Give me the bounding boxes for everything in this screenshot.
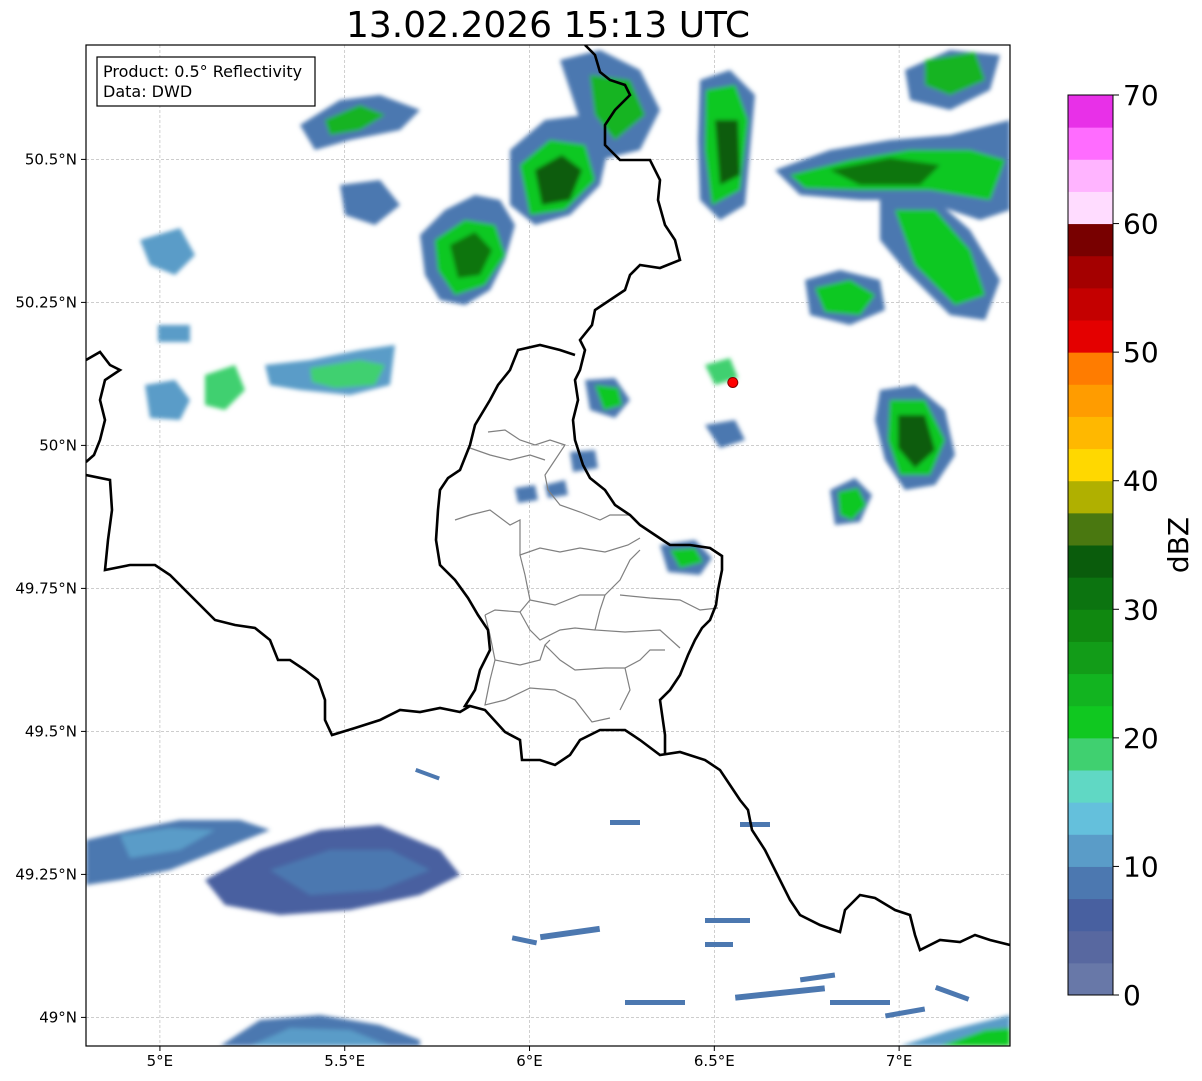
colorbar-bin [1068, 191, 1113, 225]
echo-area [158, 325, 190, 342]
colorbar-bin [1068, 448, 1113, 482]
colorbar-ticks: 0 10 20 30 40 50 60 70 [1113, 79, 1159, 1012]
colorbar-bin [1068, 95, 1113, 128]
echo-area [515, 485, 538, 503]
colorbar-bin [1068, 223, 1113, 257]
product-label: Product: 0.5° Reflectivity [103, 62, 302, 81]
colorbar-bin [1068, 898, 1113, 932]
radar-figure: 13.02.2026 15:13 UTC Product: 0.5° Refle… [15, 5, 1195, 1070]
colorbar-tick-label: 20 [1123, 722, 1159, 755]
colorbar-tick-label: 30 [1123, 593, 1159, 626]
lon-tick-label: 5°E [147, 1052, 174, 1070]
colorbar-bin [1068, 287, 1113, 321]
colorbar-bin [1068, 127, 1113, 160]
radar-site-marker[interactable] [727, 376, 739, 388]
colorbar-bins [1068, 95, 1113, 996]
lat-tick-label: 49.5°N [25, 722, 77, 740]
colorbar-bin [1068, 866, 1113, 900]
colorbar-bin [1068, 770, 1113, 803]
lon-tick-label: 6°E [516, 1052, 543, 1070]
colorbar-tick-label: 60 [1123, 208, 1159, 241]
colorbar-bin [1068, 480, 1113, 514]
colorbar-bin [1068, 416, 1113, 450]
lat-tick-label: 50°N [39, 436, 77, 454]
echo-streak [610, 820, 640, 825]
colorbar-bin [1068, 609, 1113, 642]
colorbar-bin [1068, 255, 1113, 289]
colorbar-bin [1068, 962, 1113, 996]
colorbar-bin [1068, 737, 1113, 771]
echo-streak [705, 942, 733, 947]
colorbar-tick-label: 0 [1123, 979, 1141, 1012]
data-source-label: Data: DWD [103, 82, 192, 101]
lat-tick-label: 50.5°N [25, 150, 77, 168]
colorbar-bin [1068, 352, 1113, 385]
colorbar: 0 10 20 30 40 50 60 70 dBZ [1067, 79, 1195, 1012]
lat-tick-label: 49°N [39, 1008, 77, 1026]
map-panel: Product: 0.5° Reflectivity Data: DWD [85, 44, 1011, 1047]
lat-tick-label: 50.25°N [15, 293, 77, 311]
colorbar-bin [1068, 577, 1113, 610]
echo-streak [740, 822, 770, 827]
colorbar-bin [1068, 834, 1113, 867]
colorbar-bin [1068, 512, 1113, 546]
lon-tick-label: 6.5°E [694, 1052, 735, 1070]
echo-streak [705, 918, 750, 923]
colorbar-bin [1068, 545, 1113, 578]
colorbar-bin [1068, 159, 1113, 192]
colorbar-label: dBZ [1162, 517, 1195, 573]
longitude-ticks: 5°E 5.5°E 6°E 6.5°E 7°E [147, 1046, 913, 1070]
colorbar-tick-label: 70 [1123, 79, 1159, 112]
colorbar-bin [1068, 673, 1113, 707]
lon-tick-label: 7°E [886, 1052, 913, 1070]
echo-streak [830, 1000, 890, 1005]
lon-tick-label: 5.5°E [324, 1052, 365, 1070]
colorbar-tick-label: 50 [1123, 336, 1159, 369]
colorbar-bin [1068, 802, 1113, 835]
colorbar-bin [1068, 930, 1113, 964]
lat-tick-label: 49.75°N [15, 579, 77, 597]
colorbar-tick-label: 10 [1123, 850, 1159, 883]
latitude-ticks: 50.5°N 50.25°N 50°N 49.75°N 49.5°N 49.25°N 49°… [15, 150, 86, 1026]
lat-tick-label: 49.25°N [15, 865, 77, 883]
colorbar-bin [1068, 320, 1113, 353]
info-box: Product: 0.5° Reflectivity Data: DWD [96, 56, 316, 107]
echo-streak [625, 1000, 685, 1005]
colorbar-bin [1068, 705, 1113, 739]
colorbar-bin [1068, 641, 1113, 675]
colorbar-tick-label: 40 [1123, 465, 1159, 498]
map-title: 13.02.2026 15:13 UTC [346, 5, 750, 46]
colorbar-bin [1068, 384, 1113, 417]
